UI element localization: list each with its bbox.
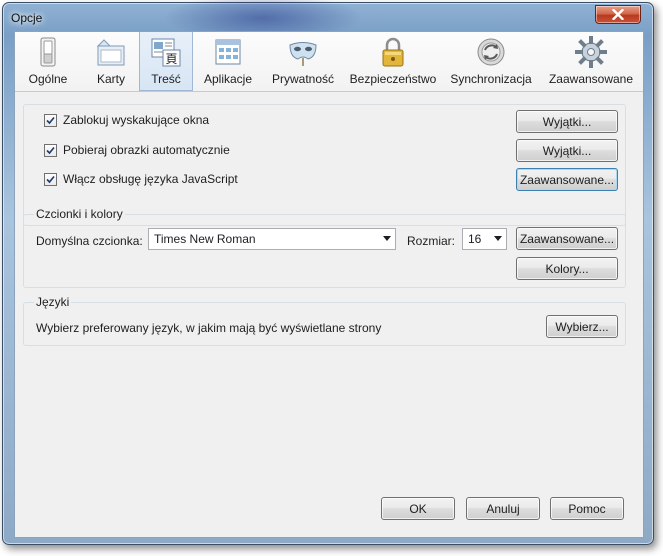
sync-icon [477,38,505,66]
help-button[interactable]: Pomoc [550,497,624,520]
fonts-colors-title: Czcionki i kolory [34,207,125,221]
default-font-value: Times New Roman [154,232,256,246]
tab-privacy-label: Prywatność [271,72,335,86]
cancel-button[interactable]: Anuluj [466,497,540,520]
font-size-select[interactable]: 16 [462,228,507,250]
load-images-label: Pobieraj obrazki automatycznie [63,143,230,157]
popup-block-checkbox[interactable] [44,113,57,127]
colors-button[interactable]: Kolory... [516,257,618,280]
tab-applications[interactable]: Aplikacje [195,32,261,91]
check-icon [46,175,55,183]
tab-privacy[interactable]: Prywatność [265,32,341,91]
tabs-icon [96,39,125,66]
javascript-checkbox[interactable] [44,172,57,186]
tab-general[interactable]: Ogólne [15,32,81,91]
tab-content[interactable]: 頁 Treść [139,32,193,91]
tab-security-label: Bezpieczeństwo [349,72,437,86]
popup-block-checkbox-row[interactable]: Zablokuj wyskakujące okna [44,113,209,127]
tab-applications-label: Aplikacje [203,72,253,86]
choose-language-button[interactable]: Wybierz... [546,315,618,338]
dialog-client-area: Ogólne Karty 頁 Treść Aplikacje Prywatnoś… [14,31,644,538]
ok-button[interactable]: OK [381,497,455,520]
font-size-label: Rozmiar: [407,234,456,248]
fonts-advanced-button[interactable]: Zaawansowane... [516,227,618,250]
tab-sync-label: Synchronizacja [450,72,532,86]
tab-tabs[interactable]: Karty [83,32,139,91]
font-size-value: 16 [468,232,482,246]
load-images-checkbox[interactable] [44,143,57,157]
chevron-down-icon [494,236,502,241]
check-icon [46,146,55,154]
default-font-label: Domyślna czcionka: [36,234,143,248]
images-exceptions-button[interactable]: Wyjątki... [516,139,618,162]
tab-content-label: Treść [151,72,181,86]
languages-group: Języki Wybierz preferowany język, w jaki… [23,295,626,346]
chevron-down-icon [383,236,391,241]
window-frame: Opcje Ogólne Karty 頁 Treść Aplikacje Pry… [2,0,654,545]
tab-sync[interactable]: Synchronizacja [447,32,535,91]
javascript-checkbox-row[interactable]: Włącz obsługę języka JavaScript [44,172,238,186]
close-button[interactable] [595,5,641,24]
default-font-select[interactable]: Times New Roman [148,228,396,250]
close-icon [612,9,624,20]
check-icon [46,116,55,124]
tab-tabs-label: Karty [96,72,125,86]
window-title: Opcje [11,11,43,25]
padlock-icon [382,37,404,67]
javascript-advanced-button[interactable]: Zaawansowane... [516,168,618,191]
preferences-toolbar: Ogólne Karty 頁 Treść Aplikacje Prywatnoś… [15,32,643,92]
content-icon: 頁 [151,38,181,67]
mask-icon [289,42,317,66]
tab-advanced[interactable]: Zaawansowane [545,32,637,91]
gear-icon [575,36,607,68]
languages-title: Języki [34,295,72,309]
popup-exceptions-button[interactable]: Wyjątki... [516,110,618,133]
tab-general-label: Ogólne [28,72,68,86]
tab-security[interactable]: Bezpieczeństwo [347,32,439,91]
fonts-colors-group: Czcionki i kolory Domyślna czcionka: Tim… [23,207,626,288]
switch-icon [40,37,56,67]
svg-text:頁: 頁 [165,52,177,66]
popup-block-label: Zablokuj wyskakujące okna [63,113,210,127]
applications-icon [215,39,241,65]
javascript-label: Włącz obsługę języka JavaScript [63,172,238,186]
load-images-checkbox-row[interactable]: Pobieraj obrazki automatycznie [44,143,230,157]
languages-description: Wybierz preferowany język, w jakim mają … [36,321,382,335]
tab-advanced-label: Zaawansowane [548,72,634,86]
